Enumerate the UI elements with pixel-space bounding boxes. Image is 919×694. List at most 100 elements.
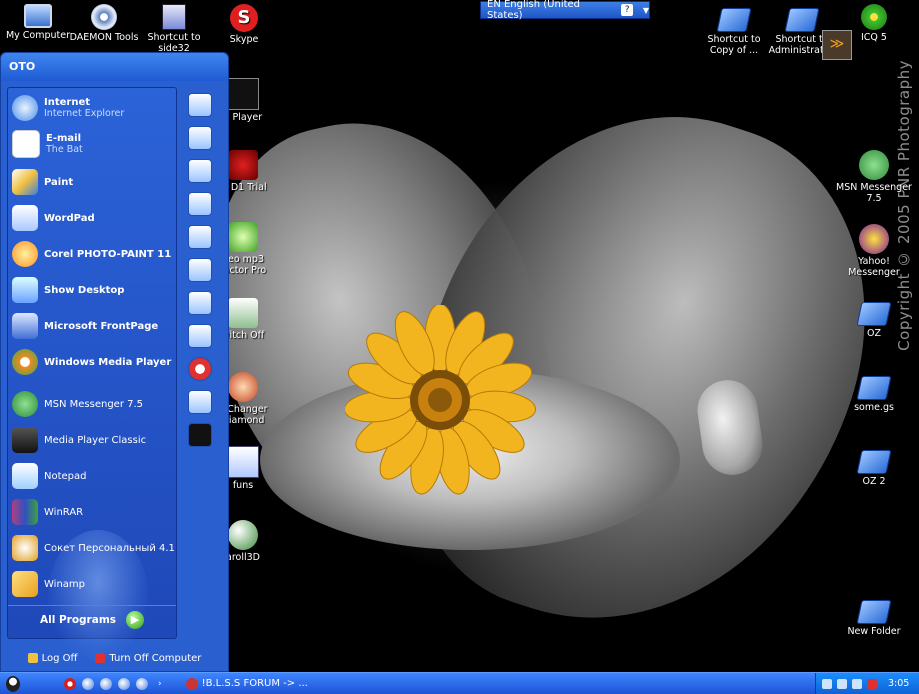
icq-icon bbox=[861, 4, 887, 30]
start-item-frontpage[interactable]: Microsoft FrontPage bbox=[12, 310, 176, 342]
desktop-icon-skype[interactable]: S Skype bbox=[206, 4, 282, 45]
tools-icon[interactable] bbox=[188, 291, 212, 315]
start-item-notepad[interactable]: Notepad bbox=[12, 460, 176, 492]
skype-icon: S bbox=[230, 4, 258, 32]
shortcut-icon bbox=[162, 4, 186, 30]
start-item-socket[interactable]: Сокет Персональный 4.1 bbox=[12, 532, 176, 564]
msn-icon bbox=[859, 150, 889, 180]
email-icon bbox=[12, 130, 40, 158]
network-icon[interactable] bbox=[188, 258, 212, 282]
desktop-icon-daemon-tools[interactable]: DAEMON Tools bbox=[66, 4, 142, 43]
corel-icon bbox=[12, 241, 38, 267]
show-desktop-icon bbox=[12, 277, 38, 303]
printer-icon[interactable] bbox=[188, 324, 212, 348]
mpc-icon bbox=[12, 427, 38, 453]
mp3-icon bbox=[228, 222, 258, 252]
start-item-internet[interactable]: Internet Internet Explorer bbox=[12, 92, 176, 124]
switch-off-icon bbox=[228, 298, 258, 328]
power-icon bbox=[95, 652, 106, 663]
folder-icon bbox=[856, 376, 892, 400]
quicklaunch-icon-3[interactable] bbox=[188, 159, 212, 183]
key-icon bbox=[27, 652, 38, 663]
start-menu-footer: Log Off Turn Off Computer bbox=[1, 645, 228, 671]
arrow-right-icon: ▶ bbox=[126, 611, 145, 629]
start-button[interactable] bbox=[0, 674, 26, 693]
desktop-icon-new-folder[interactable]: New Folder bbox=[836, 596, 912, 637]
clock[interactable]: 3:05 bbox=[888, 678, 909, 689]
start-item-wordpad[interactable]: WordPad bbox=[12, 202, 176, 234]
taskbar: › !B.L.S.S FORUM -> ... 3:05 bbox=[0, 672, 919, 694]
wallpaper-flower bbox=[345, 305, 537, 495]
all-programs-button[interactable]: All Programs ▶ bbox=[8, 605, 176, 634]
start-item-show-desktop[interactable]: Show Desktop bbox=[12, 274, 176, 306]
folder-shortcut-icon bbox=[716, 8, 752, 32]
quicklaunch-icon-2[interactable] bbox=[188, 126, 212, 150]
desktop-icon-oz2[interactable]: OZ 2 bbox=[836, 446, 912, 487]
trial-icon bbox=[228, 150, 258, 180]
internet-explorer-icon bbox=[12, 95, 38, 121]
start-menu-programs: Internet Internet Explorer E-mail The Bat … bbox=[7, 87, 177, 660]
winamp-icon bbox=[12, 571, 38, 597]
start-item-email[interactable]: E-mail The Bat bbox=[12, 128, 176, 160]
funs-icon bbox=[227, 446, 259, 478]
start-menu: OTO Internet Internet Explorer E-mail The … bbox=[0, 52, 229, 672]
desktop-icon-my-computer[interactable]: My Computer bbox=[0, 4, 76, 41]
quick-launch-icon-3[interactable] bbox=[100, 677, 112, 690]
start-item-msn[interactable]: MSN Messenger 7.5 bbox=[12, 388, 176, 420]
opera-icon bbox=[185, 677, 198, 690]
desktop-icon-yahoo[interactable]: Yahoo! Messenger bbox=[836, 224, 912, 278]
help-icon[interactable]: ? bbox=[621, 4, 633, 16]
folder-icon bbox=[856, 450, 892, 474]
changer-icon bbox=[228, 372, 258, 402]
start-item-media-player[interactable]: Windows Media Player bbox=[12, 346, 176, 378]
quicklaunch-icon-1[interactable] bbox=[188, 93, 212, 117]
log-off-button[interactable]: Log Off bbox=[27, 652, 77, 664]
player-icon bbox=[227, 78, 259, 110]
search-icon[interactable] bbox=[188, 390, 212, 414]
monitor-icon[interactable] bbox=[188, 225, 212, 249]
start-item-winrar[interactable]: WinRAR bbox=[12, 496, 176, 528]
media-player-icon bbox=[12, 349, 38, 375]
ball-icon bbox=[228, 520, 258, 550]
msn-icon bbox=[12, 391, 38, 417]
language-bar[interactable]: EN English (United States) ? ▼ bbox=[480, 0, 650, 21]
yahoo-icon bbox=[859, 224, 889, 254]
chevron-down-icon[interactable]: ▼ bbox=[643, 6, 649, 15]
quicklaunch-icon-4[interactable] bbox=[188, 192, 212, 216]
socket-icon bbox=[12, 535, 38, 561]
tray-icon-1[interactable] bbox=[822, 678, 832, 689]
chevron-right-icon[interactable]: › bbox=[158, 679, 162, 689]
desktop-icon-some-gs[interactable]: some.gs bbox=[836, 372, 912, 413]
start-menu-user: OTO bbox=[1, 53, 228, 81]
desktop-icon-msn[interactable]: MSN Messenger 7.5 bbox=[836, 150, 912, 204]
desktop-icon-icq[interactable]: ICQ 5 bbox=[836, 4, 912, 43]
tray-icon-4[interactable] bbox=[867, 678, 877, 689]
language-label: EN English (United States) bbox=[487, 0, 581, 21]
paint-icon bbox=[12, 169, 38, 195]
wordpad-icon bbox=[12, 205, 38, 231]
quick-launch-icon-5[interactable] bbox=[136, 677, 148, 690]
start-item-winamp[interactable]: Winamp bbox=[12, 568, 176, 600]
quick-launch-opera-icon[interactable] bbox=[64, 677, 76, 690]
notepad-icon bbox=[12, 463, 38, 489]
desktop-icon-shortcut-side32[interactable]: Shortcut to side32 bbox=[136, 4, 212, 54]
taskbar-task-forum[interactable]: !B.L.S.S FORUM -> ... bbox=[185, 677, 308, 690]
winrar-icon bbox=[12, 499, 38, 525]
daemon-tools-icon bbox=[91, 4, 117, 30]
desktop-icon-shortcut-copy[interactable]: Shortcut to Copy of ... bbox=[696, 4, 772, 56]
start-item-paint[interactable]: Paint bbox=[12, 166, 176, 198]
start-item-mpc[interactable]: Media Player Classic bbox=[12, 424, 176, 456]
start-item-corel[interactable]: Corel PHOTO-PAINT 11 bbox=[12, 238, 176, 270]
command-prompt-icon[interactable] bbox=[188, 423, 212, 447]
frontpage-icon bbox=[12, 313, 38, 339]
turn-off-button[interactable]: Turn Off Computer bbox=[95, 652, 201, 664]
tray-icon-2[interactable] bbox=[837, 678, 847, 689]
help-lifebuoy-icon[interactable] bbox=[188, 357, 212, 381]
quick-launch-icon-4[interactable] bbox=[118, 677, 130, 690]
folder-icon bbox=[856, 600, 892, 624]
tray-icon-3[interactable] bbox=[852, 678, 862, 689]
folder-shortcut-icon bbox=[784, 8, 820, 32]
quick-launch-icon-2[interactable] bbox=[82, 677, 94, 690]
desktop-icon-oz[interactable]: OZ bbox=[836, 298, 912, 339]
start-menu-quicklaunch bbox=[183, 93, 217, 456]
